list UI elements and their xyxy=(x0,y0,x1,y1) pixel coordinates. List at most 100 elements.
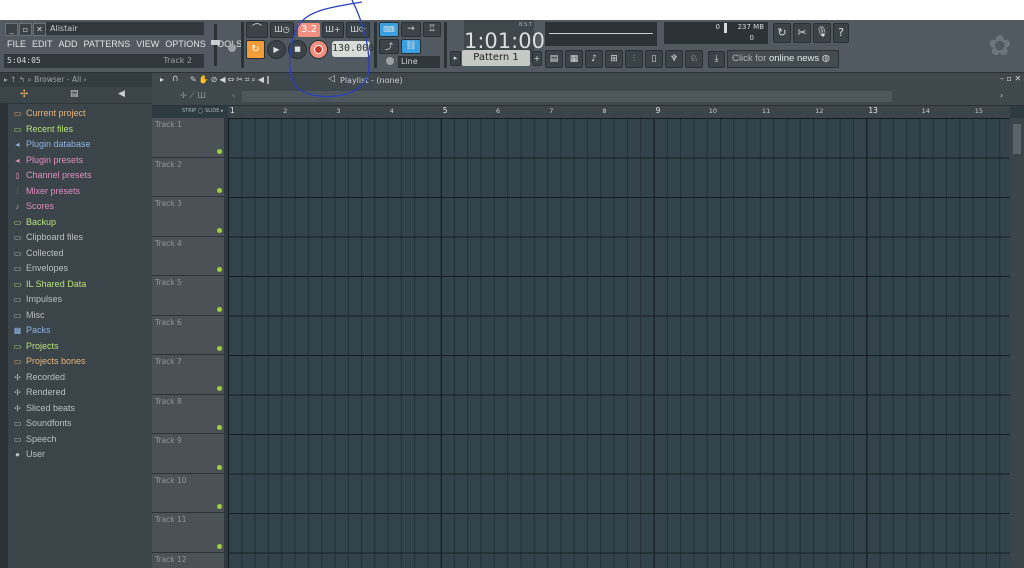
playlist-tools-icon[interactable]: ✎✋⊘◀⇔✂⌗⌕◀‖ xyxy=(190,75,272,85)
browser-all-tab-icon[interactable]: ✢ xyxy=(20,89,28,100)
browser-item[interactable]: ▭ Current project xyxy=(0,106,152,122)
browser-item[interactable]: ▭ IL Shared Data xyxy=(0,277,152,293)
help-icon[interactable]: ? xyxy=(833,23,849,43)
pattern-selector[interactable]: Pattern 1 xyxy=(462,50,530,66)
track-header[interactable]: Track 7 xyxy=(152,355,224,395)
track-tools-icon[interactable]: ✢ ⟋ Ш xyxy=(180,91,206,101)
track-mute-led[interactable] xyxy=(217,464,222,470)
timeline-ruler[interactable]: 1 2 3 4 5 6 7 8 9 10 11 12 13 14 15 xyxy=(228,106,1010,118)
track-mute-led[interactable] xyxy=(217,148,222,154)
master-volume-slider[interactable] xyxy=(214,24,217,66)
browser-item[interactable]: ✢ Rendered xyxy=(0,385,152,401)
track-header[interactable]: Track 1 xyxy=(152,118,224,158)
track-header[interactable]: Track 5 xyxy=(152,276,224,316)
pattern-prev-icon[interactable]: ▸ xyxy=(450,51,461,66)
track-mute-led[interactable] xyxy=(217,346,222,351)
track-header[interactable]: Track 8 xyxy=(152,394,224,434)
touch-controller-icon[interactable]: ♘ xyxy=(685,50,703,68)
track-header[interactable]: Track 3 xyxy=(152,197,224,237)
track-mute-led[interactable] xyxy=(217,543,222,549)
step-forward-icon[interactable]: → xyxy=(401,22,421,37)
snap-select[interactable]: Line xyxy=(398,56,440,68)
record-button[interactable] xyxy=(309,40,328,59)
browser-item[interactable]: ▦ Packs xyxy=(0,323,152,339)
magnet-icon[interactable]: ∩ xyxy=(172,74,179,84)
browser-item[interactable]: ▭ Envelopes xyxy=(0,261,152,277)
browser-item[interactable]: ▭ Impulses xyxy=(0,292,152,308)
browser-item[interactable]: ▭ Backup xyxy=(0,215,152,231)
browser-item[interactable]: ▭ Projects xyxy=(0,339,152,355)
typing-keyboard-icon[interactable]: ⌨ xyxy=(379,22,399,37)
minimize-icon[interactable]: _ xyxy=(5,23,18,36)
stamp-icon[interactable]: ♖ xyxy=(423,22,441,37)
track-mute-led[interactable] xyxy=(217,504,222,509)
download-icon[interactable]: ⤓ xyxy=(708,51,725,68)
browser-item[interactable]: ▭ Speech xyxy=(0,432,152,448)
track-header[interactable]: Track 2 xyxy=(152,157,224,197)
track-mute-led[interactable] xyxy=(217,188,222,193)
browser-nav-icon[interactable]: ▸ ↑ ↰ ⌕ xyxy=(4,75,32,84)
menu-patterns[interactable]: PATTERNS xyxy=(81,37,134,51)
browser-item[interactable]: ▭ Soundfonts xyxy=(0,416,152,432)
piano-roll-icon[interactable]: ♪ xyxy=(585,50,603,68)
browser-files-tab-icon[interactable]: ▤ xyxy=(70,89,79,99)
scroll-left-icon[interactable]: ‹ xyxy=(232,91,235,100)
browser-audio-tab-icon[interactable]: ◀ xyxy=(118,89,125,99)
menu-view[interactable]: VIEW xyxy=(133,37,162,51)
track-header[interactable]: Track 6 xyxy=(152,315,224,355)
step-edit-icon[interactable]: Ш+ xyxy=(322,22,344,38)
pattern-number-display[interactable]: 3.2 xyxy=(298,23,320,37)
horizontal-scrollbar[interactable] xyxy=(242,91,892,102)
stop-button[interactable]: ■ xyxy=(288,40,307,59)
browser-item[interactable]: ◂ Plugin database xyxy=(0,137,152,153)
track-mute-led[interactable] xyxy=(217,425,222,430)
track-mute-led[interactable] xyxy=(217,385,222,391)
track-mute-led[interactable] xyxy=(217,306,222,312)
browser-item[interactable]: ▯ Channel presets xyxy=(0,168,152,184)
menu-add[interactable]: ADD xyxy=(56,37,81,51)
blend-notes-icon[interactable]: ⤴ xyxy=(379,39,399,54)
browser-item[interactable]: ✢ Recorded xyxy=(0,370,152,386)
browser-item[interactable]: ▭ Clipboard files xyxy=(0,230,152,246)
project-notes-icon[interactable]: ▯ xyxy=(645,50,663,68)
track-header[interactable]: Track 10 xyxy=(152,473,224,513)
refresh-icon[interactable]: ↻ xyxy=(773,23,791,43)
mixer-window-icon[interactable]: ⫶ xyxy=(625,50,643,68)
menu-edit[interactable]: EDIT xyxy=(29,37,56,51)
restore-icon[interactable]: ▫ xyxy=(19,23,32,36)
track-mute-led[interactable] xyxy=(217,267,222,272)
playlist-window-controls-icon[interactable]: – ▫ ✕ xyxy=(1000,74,1021,83)
microphone-icon[interactable]: 🎙 xyxy=(813,23,831,43)
loop-record-icon[interactable]: Ш⟳ xyxy=(346,22,370,38)
playlist-menu-icon[interactable]: ▸ xyxy=(160,75,164,84)
track-header[interactable]: Track 12 xyxy=(152,552,224,568)
browser-item[interactable]: ⫶ Mixer presets xyxy=(0,184,152,200)
cut-icon[interactable]: ✂ xyxy=(793,23,811,43)
strip-slide-toggle[interactable]: STRIP ◯ SLIDE ▸ xyxy=(182,107,226,116)
song-pattern-toggle-icon[interactable]: ↻ xyxy=(246,40,265,59)
metronome-icon[interactable]: ⌒ xyxy=(246,22,268,38)
master-volume-handle[interactable] xyxy=(211,40,220,45)
project-title-field[interactable]: Alistair xyxy=(46,22,204,35)
vertical-scrollbar[interactable] xyxy=(1010,118,1024,568)
browser-item[interactable]: ▭ Misc xyxy=(0,308,152,324)
browser-item[interactable]: ▭ Recent files xyxy=(0,122,152,138)
scroll-right-icon[interactable]: › xyxy=(1000,91,1003,100)
browser-item[interactable]: ✢ Sliced beats xyxy=(0,401,152,417)
browser-window-icon[interactable]: ⊞ xyxy=(605,50,623,68)
track-mute-led[interactable] xyxy=(217,227,222,233)
browser-item[interactable]: ◂ Plugin presets xyxy=(0,153,152,169)
track-header[interactable]: Track 9 xyxy=(152,434,224,474)
link-icon[interactable]: ⛓ xyxy=(401,39,421,54)
track-header[interactable]: Track 11 xyxy=(152,513,224,553)
browser-menu-icon[interactable]: › xyxy=(84,75,87,84)
channel-rack-icon[interactable]: ▦ xyxy=(565,50,583,68)
browser-item[interactable]: ▭ Projects bones xyxy=(0,354,152,370)
browser-item[interactable]: ▭ Collected xyxy=(0,246,152,262)
master-pitch-knob[interactable] xyxy=(228,44,236,52)
menu-file[interactable]: FILE xyxy=(4,37,29,51)
browser-item[interactable]: ♪ Scores xyxy=(0,199,152,215)
playlist-window-icon[interactable]: ▤ xyxy=(545,50,563,68)
add-pattern-icon[interactable]: + xyxy=(532,51,542,66)
browser-item[interactable]: ● User xyxy=(0,447,152,463)
